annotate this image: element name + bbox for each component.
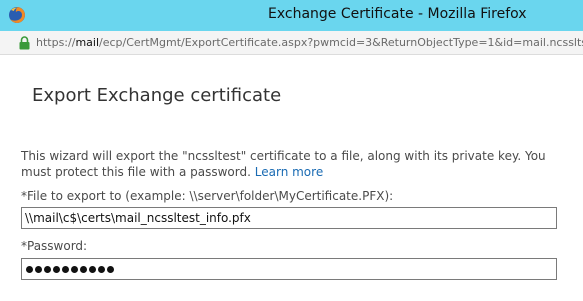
password-dot [53,265,60,273]
password-dot [35,265,42,273]
wizard-description: This wizard will export the "ncssltest" … [21,148,566,180]
password-dot [26,265,33,273]
password-dot [80,265,87,273]
password-dot [89,265,96,273]
password-dot [44,265,51,273]
password-dot [107,265,114,273]
address-bar[interactable]: https://mail/ecp/CertMgmt/ExportCertific… [0,31,583,55]
password-dot [98,265,105,273]
password-mask [25,259,556,279]
window-titlebar: Exchange Certificate - Mozilla Firefox [0,0,583,31]
file-path-label: *File to export to (example: \\server\fo… [21,189,394,203]
wizard-page: Export Exchange certificate This wizard … [0,55,583,301]
url-path: /ecp/CertMgmt/ExportCertificate.aspx?pwm… [99,36,583,49]
file-path-input[interactable]: \\mail\c$\certs\mail_ncssltest_info.pfx [21,207,557,229]
password-dot [71,265,78,273]
url-host: mail [75,36,100,49]
password-dot [62,265,69,273]
page-title: Export Exchange certificate [32,85,282,106]
lock-icon[interactable] [19,36,30,50]
window-title: Exchange Certificate - Mozilla Firefox [268,6,527,22]
password-label: *Password: [21,239,88,253]
url-scheme: https:// [36,36,76,49]
url-text[interactable]: https://mail/ecp/CertMgmt/ExportCertific… [36,34,583,52]
password-input[interactable] [21,258,557,280]
learn-more-link[interactable]: Learn more [255,165,323,179]
firefox-icon [9,7,25,23]
